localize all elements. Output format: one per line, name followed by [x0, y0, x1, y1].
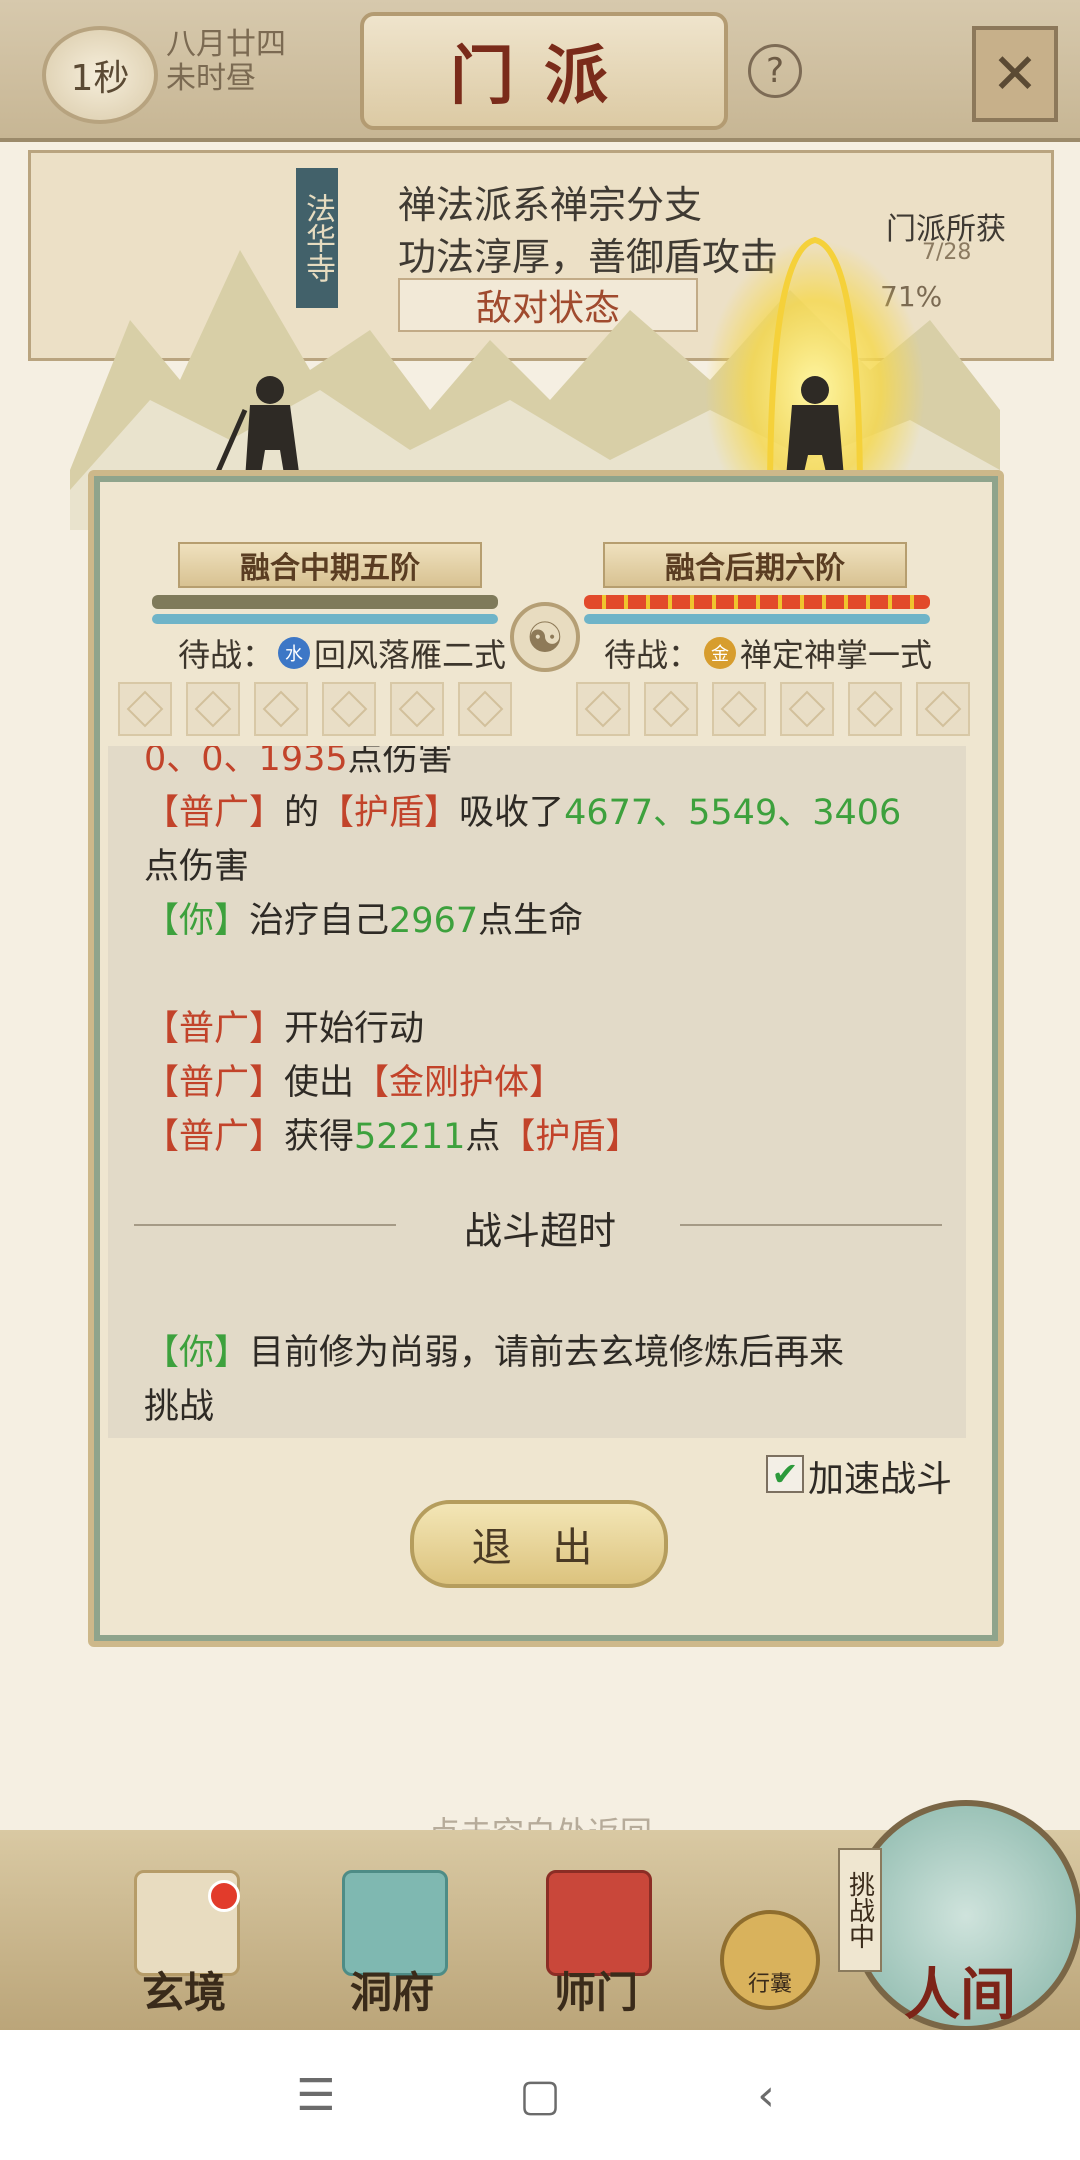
log-text: 治疗自己	[249, 901, 390, 941]
log-line: 【普广】使出【金刚护体】	[144, 1054, 564, 1105]
date-line-2: 未时昼	[166, 61, 256, 96]
exit-button[interactable]: 退 出	[410, 1500, 668, 1588]
log-text: 点生命	[478, 901, 584, 941]
nav-dongfu[interactable]: 洞府	[322, 1870, 462, 2020]
player-buff-slot	[186, 682, 240, 736]
enemy-ready-prefix: 待战：	[604, 636, 701, 674]
date-display: 八月廿四 未时昼	[166, 28, 286, 96]
log-line: 【普广】开始行动	[144, 1000, 424, 1051]
enemy-shield-bar	[584, 595, 930, 609]
log-text: 点	[465, 1117, 501, 1157]
log-text: 0、0、	[144, 746, 259, 779]
player-buff-slot	[322, 682, 376, 736]
log-actor: 【普广】	[144, 1009, 285, 1049]
water-element-icon: 水	[278, 637, 311, 669]
log-keyword: 【护盾】	[319, 793, 460, 833]
enemy-buff-slot	[712, 682, 766, 736]
close-icon[interactable]: ✕	[972, 26, 1058, 122]
enemy-buff-slot	[576, 682, 630, 736]
log-line: 【你】目前修为尚弱，请前去玄境修炼后再来	[144, 1324, 844, 1375]
log-number: 2967	[389, 901, 479, 941]
bag-label: 行囊	[747, 1972, 792, 1997]
enemy-ready-status: 待战： 金 禅定神掌一式	[604, 630, 932, 676]
log-line: 0、0、1935点伤害	[144, 746, 453, 781]
log-number: 52211	[354, 1117, 466, 1157]
question-icon[interactable]: ?	[748, 44, 802, 98]
log-actor: 【你】	[144, 901, 250, 941]
log-actor: 【普广】	[144, 793, 285, 833]
log-actor: 【普广】	[144, 1063, 285, 1103]
log-number: 1935	[258, 746, 348, 779]
player-health-bar	[152, 595, 498, 609]
player-buff-slot	[118, 682, 172, 736]
player-buff-slot	[254, 682, 308, 736]
yin-yang-icon: ☯	[510, 602, 580, 672]
log-text: 目前修为尚弱，请前去玄境修炼后再来	[249, 1333, 845, 1373]
nav-label: 师门	[553, 1968, 638, 2017]
enemy-realm: 融合后期六阶	[603, 542, 907, 588]
date-line-1: 八月廿四	[166, 27, 286, 62]
log-line: 【普广】的【护盾】吸收了4677、5549、3406	[144, 784, 901, 835]
log-text: 使出	[284, 1063, 355, 1103]
player-ready-status: 待战： 水 回风落雁二式	[178, 630, 506, 676]
renjian-label: 人间	[904, 1963, 1016, 2028]
log-actor: 【普广】	[144, 1117, 285, 1157]
page-title: 门派	[360, 12, 728, 130]
log-keyword: 【护盾】	[500, 1117, 641, 1157]
player-realm: 融合中期五阶	[178, 542, 482, 588]
battle-log[interactable]: 0、0、1935点伤害 【普广】的【护盾】吸收了4677、5549、3406 点…	[108, 746, 966, 1438]
home-icon[interactable]: ▢	[500, 2060, 580, 2130]
player-skill: 回风落雁二式	[314, 636, 507, 674]
log-number: 4677、5549、3406	[564, 793, 902, 833]
player-ready-prefix: 待战：	[178, 636, 275, 674]
enemy-buff-slot	[916, 682, 970, 736]
bag-button[interactable]: 行囊	[720, 1910, 820, 2010]
player-energy-bar	[152, 614, 498, 624]
menu-icon[interactable]: ☰	[276, 2060, 356, 2130]
timer-badge: 1秒	[42, 26, 158, 124]
enemy-buff-slot	[780, 682, 834, 736]
log-text: 获得	[284, 1117, 355, 1157]
enemy-buff-slot	[644, 682, 698, 736]
enemy-buff-slot	[848, 682, 902, 736]
nav-label: 玄境	[141, 1968, 226, 2017]
nav-shimen[interactable]: 师门	[526, 1870, 666, 2020]
battle-timeout-text: 战斗超时	[463, 1209, 616, 1253]
notification-dot	[208, 1880, 240, 1912]
back-icon[interactable]: ‹	[726, 2060, 806, 2130]
log-actor: 【你】	[144, 1333, 250, 1373]
metal-element-icon: 金	[704, 637, 737, 669]
nav-label: 洞府	[349, 1968, 434, 2017]
log-text: 点伤害	[347, 746, 453, 779]
log-text: 的	[284, 793, 320, 833]
speed-label[interactable]: 加速战斗	[808, 1450, 952, 1502]
log-text: 吸收了	[459, 793, 565, 833]
enemy-energy-bar	[584, 614, 930, 624]
player-buff-slot	[458, 682, 512, 736]
log-line: 挑战	[144, 1387, 215, 1427]
log-line: 【普广】获得52211点【护盾】	[144, 1108, 640, 1159]
player-buff-slot	[390, 682, 444, 736]
log-line: 【你】治疗自己2967点生命	[144, 892, 583, 943]
speed-checkbox[interactable]: ✔	[766, 1455, 804, 1493]
enemy-skill: 禅定神掌一式	[740, 636, 933, 674]
log-keyword: 【金刚护体】	[354, 1063, 565, 1103]
log-line: 点伤害	[144, 847, 250, 887]
log-text: 开始行动	[284, 1009, 425, 1049]
